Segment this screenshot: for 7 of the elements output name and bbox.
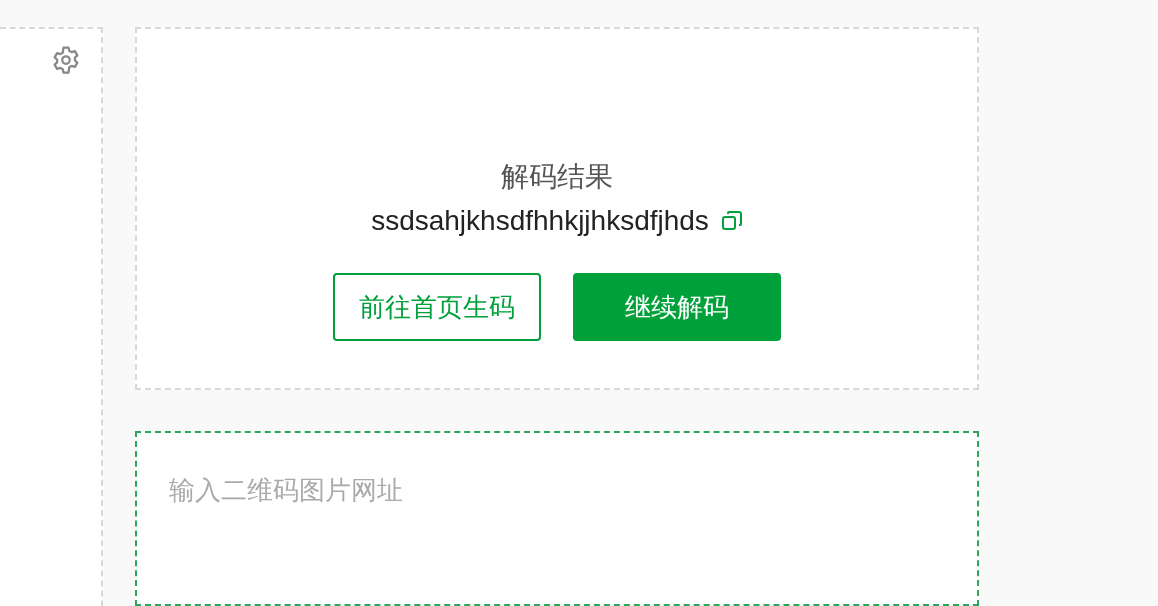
home-button[interactable]: 前往首页生码	[333, 273, 541, 341]
result-value: ssdsahjkhsdfhhkjjhksdfjhds	[371, 204, 709, 238]
settings-icon[interactable]	[51, 45, 81, 75]
url-field[interactable]: 输入二维码图片网址	[135, 430, 979, 606]
copy-icon[interactable]	[720, 210, 743, 232]
continue-decode-button[interactable]: 继续解码	[573, 273, 781, 341]
result-title: 解码结果	[501, 160, 613, 194]
